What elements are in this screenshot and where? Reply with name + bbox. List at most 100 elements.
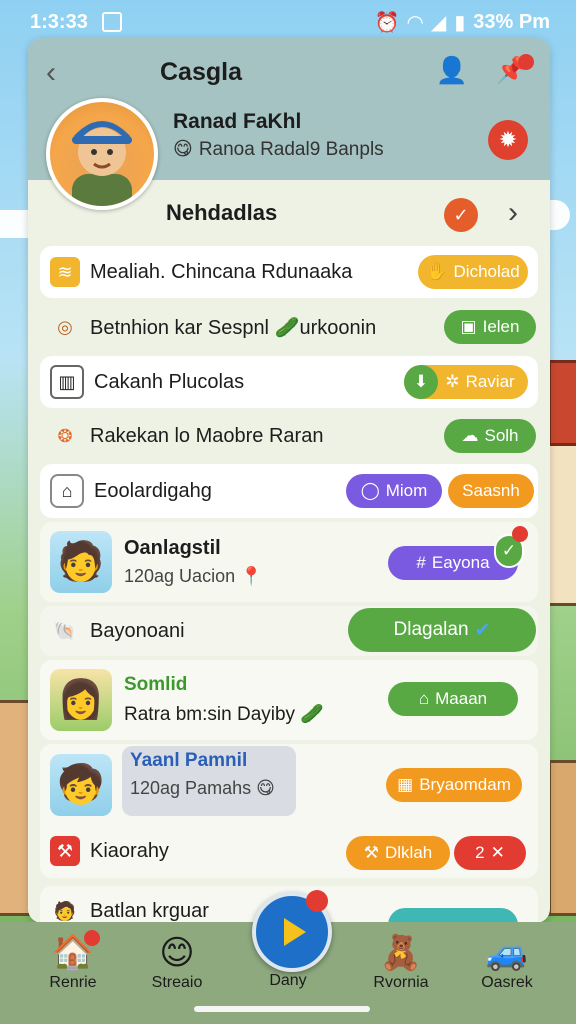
profile-subtitle: 😋 Ranoa Radal9 Banpls — [173, 138, 384, 161]
card-name: Yaanl Pamnil — [130, 750, 248, 771]
tool-icon: ⚒ — [363, 843, 379, 862]
chevron-right-icon[interactable]: › — [508, 196, 518, 230]
smiley-face-icon: 😊 — [159, 934, 195, 972]
gift-icon: ▦ — [397, 775, 414, 794]
list-item-label: Mealiah. Chincana Rdunaaka — [90, 260, 353, 283]
list-item[interactable]: ⌂ Eoolardigahg ◯ Miom Saasnh — [40, 464, 538, 518]
action-pill[interactable]: ⌂ Maaan — [388, 682, 518, 716]
action-pill[interactable]: ▣ Ielen — [444, 310, 536, 344]
nav-studio[interactable]: 😊 Streaio — [132, 932, 222, 992]
smiley-icon: 😋 — [256, 778, 275, 798]
circle-icon: ◯ — [360, 481, 380, 500]
list-item-label: Batlan krguar — [90, 899, 209, 922]
count-pill[interactable]: 2 ✕ — [454, 836, 526, 870]
card-name: Somlid — [124, 674, 188, 695]
nav-home[interactable]: 🏠 Renrie — [28, 932, 118, 992]
user-card[interactable]: 👩 Somlid Ratra bm:sin Dayiby 🥒 ⌂ Maaan — [40, 660, 538, 740]
house-right-lower — [548, 760, 576, 916]
medal-icon: ❂ — [57, 425, 73, 446]
compass-icon: ◎ — [57, 316, 73, 337]
action-pill[interactable]: Dlagalan ✔ — [348, 608, 536, 652]
notification-dot — [512, 526, 528, 542]
main-panel: ‹ Casgla 👤 📌 Ranad FaKhl 😋 Ranoa Radal9 … — [28, 38, 550, 923]
card-subtitle: Ratra bm:sin Dayiby 🥒 — [124, 704, 325, 725]
location-pin-icon: 📍 — [240, 566, 263, 586]
list-item-label: Kiaorahy — [90, 839, 169, 862]
battery-icon: ▮ — [454, 11, 466, 34]
notification-dot — [84, 930, 100, 946]
car-icon: 🚙 — [485, 934, 529, 972]
action-pill[interactable]: ☁ Solh — [444, 419, 536, 453]
user-card[interactable]: 🧒 Yaanl Pamnil 120ag Pamahs 😋 ▦ Bryaomdam… — [40, 744, 538, 878]
highlight-box: Yaanl Pamnil 120ag Pamahs 😋 — [122, 746, 296, 816]
action-pill[interactable]: ◯ Miom — [346, 474, 442, 508]
action-pill[interactable]: ▦ Bryaomdam — [386, 768, 522, 802]
leaf-icon: 🥒 — [274, 316, 300, 339]
settings-gear-icon[interactable]: ✹ — [488, 120, 528, 160]
avatar: 👩 — [50, 669, 112, 731]
nav-search[interactable]: 🚙 Oasrek — [462, 932, 552, 992]
list-item[interactable]: ⚒ Kiaorahy — [50, 836, 169, 866]
user-card[interactable]: 🧑 Oanlagstil 120ag Uacion 📍 # Eayona ✓ — [40, 522, 538, 602]
card-name: Oanlagstil — [124, 537, 221, 559]
avatar: 🧒 — [50, 754, 112, 816]
card-subtitle: 120ag Uacion 📍 — [124, 566, 263, 586]
list-item-label: Cakanh Plucolas — [94, 370, 245, 393]
smiley-icon: 😋 — [173, 139, 193, 160]
shell-icon: 🐚 — [53, 620, 77, 641]
hand-icon: ✋ — [426, 262, 448, 281]
boy-avatar-icon — [72, 121, 132, 206]
action-pill[interactable]: ⚒ Dlklah — [346, 836, 450, 870]
page-title: Casgla — [160, 58, 242, 86]
blocks-icon: 🧸 — [379, 934, 423, 972]
status-time: 1:3:33 — [30, 10, 88, 33]
roof-right — [548, 360, 576, 446]
download-icon[interactable]: ⬇ — [404, 365, 438, 399]
badge-icon: ▣ — [460, 317, 477, 336]
building-icon: ▥ — [50, 365, 84, 399]
notification-dot — [306, 890, 328, 912]
section-title: Nehdadlas — [166, 200, 278, 225]
back-arrow-icon[interactable]: ‹ — [46, 56, 56, 90]
nav-rooms[interactable]: 🧸 Rvornia — [356, 932, 446, 992]
user-icon[interactable]: 👤 — [434, 52, 470, 88]
leaf-icon: 🥒 — [300, 704, 325, 725]
signal-icon: ◢ — [430, 11, 447, 34]
list-item-label: Betnhion kar Sespnl 🥒urkoonin — [90, 316, 377, 339]
cloud-icon: ☁ — [461, 426, 479, 445]
profile-name: Ranad FaKhl — [173, 110, 302, 133]
list-item-label: Rakekan lo Maobre Raran — [90, 424, 324, 447]
star-icon: ✲ — [445, 372, 460, 391]
tool-icon: ⚒ — [50, 836, 80, 866]
house-icon: 🏠 — [51, 934, 95, 972]
shield-badge-icon: ✓ — [444, 198, 478, 232]
list-item[interactable]: 🐚 Bayonoani Dlagalan ✔ — [40, 606, 538, 656]
ticket-icon: ≋ — [50, 257, 80, 287]
list-item-label: Bayonoani — [90, 619, 185, 642]
avatar[interactable] — [46, 98, 158, 210]
list-item[interactable]: ◎ Betnhion kar Sespnl 🥒urkoonin ▣ Ielen — [40, 302, 538, 352]
home-outline-icon: ⌂ — [50, 474, 84, 508]
nav-play-label[interactable]: Dany — [243, 972, 333, 990]
hash-icon: # — [416, 553, 426, 572]
house-icon: ⌂ — [418, 689, 430, 708]
list-item-label: Eoolardigahg — [94, 479, 212, 502]
check-icon: ✔ — [474, 619, 491, 641]
alarm-icon: ⏰ — [374, 11, 400, 34]
notification-dot — [518, 54, 534, 70]
play-icon — [284, 918, 306, 946]
action-pill[interactable] — [388, 908, 518, 923]
action-pill[interactable]: Saasnh — [448, 474, 534, 508]
home-indicator[interactable] — [194, 1006, 370, 1012]
close-icon: ✕ — [490, 843, 505, 862]
list-item[interactable]: ≋ Mealiah. Chincana Rdunaaka ✋ Dicholad — [40, 246, 538, 298]
list-item[interactable]: ▥ Cakanh Plucolas ✲ Raviar ⬇ — [40, 356, 538, 408]
action-pill[interactable]: ✋ Dicholad — [418, 255, 528, 289]
notification-icon — [101, 12, 122, 32]
list-item[interactable]: ❂ Rakekan lo Maobre Raran ☁ Solh — [40, 410, 538, 462]
status-bar: 1:3:33 ⏰ ◠ ◢ ▮ 33% Pm — [30, 6, 550, 38]
avatar: 🧑 — [50, 531, 112, 593]
card-subtitle: 120ag Pamahs 😋 — [130, 778, 275, 798]
wifi-icon: ◠ — [407, 11, 423, 34]
avatar-icon: 🧑 — [53, 900, 77, 921]
